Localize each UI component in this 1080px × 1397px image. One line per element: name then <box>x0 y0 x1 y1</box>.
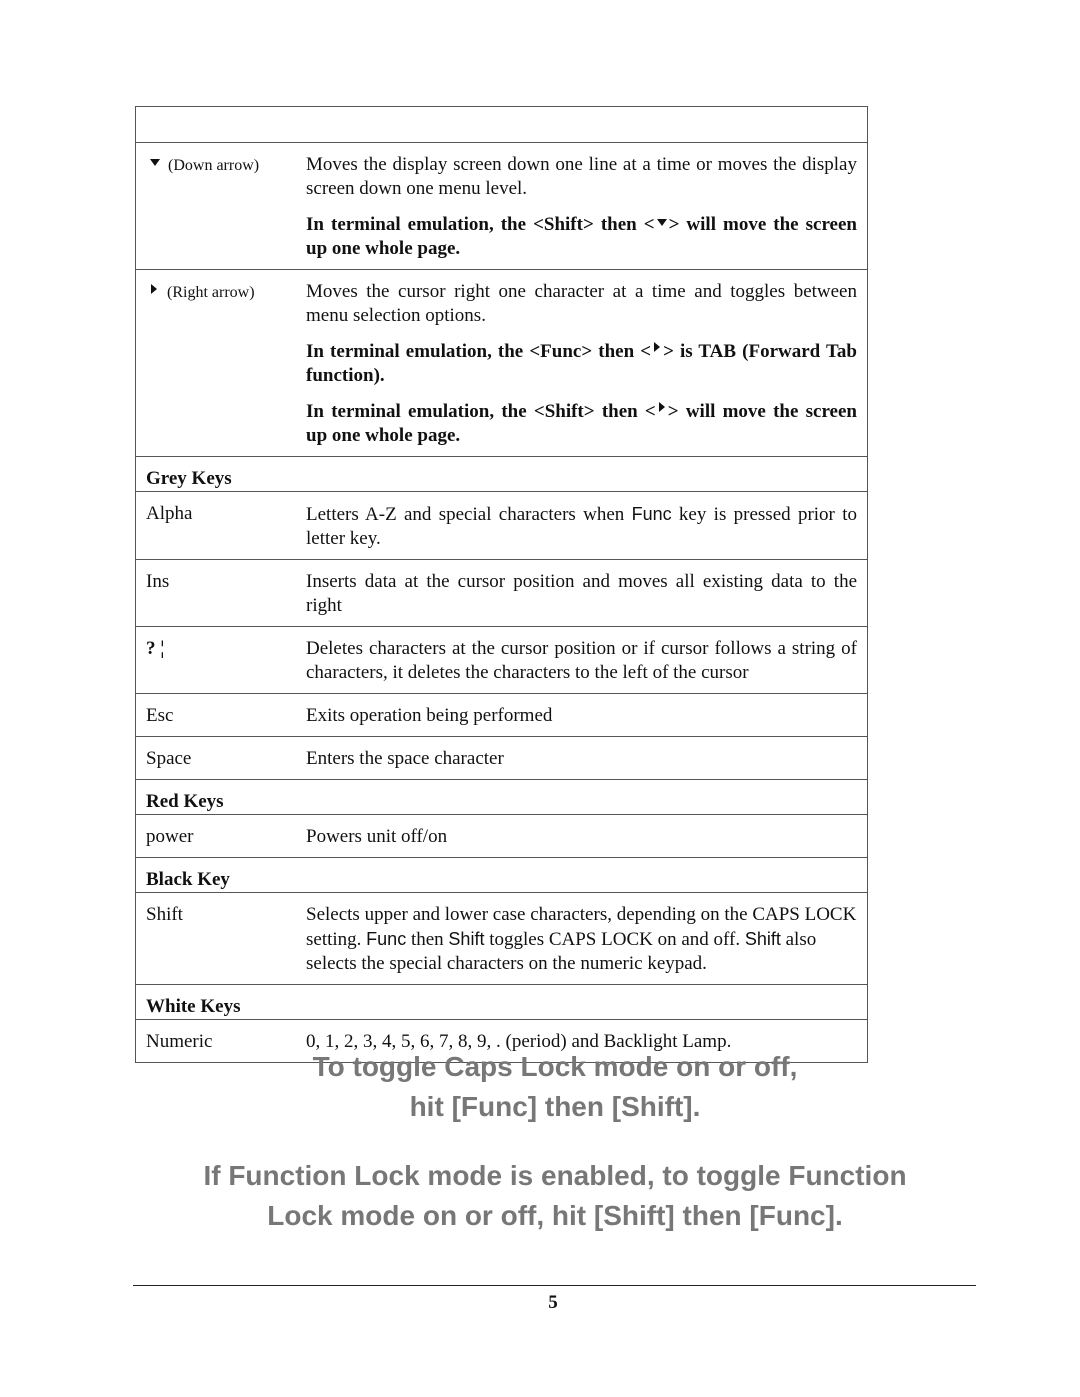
description-cell: Powers unit off/on <box>296 814 868 858</box>
table-row: Alpha Letters A-Z and special characters… <box>135 491 868 560</box>
key-reference-table: (Down arrow) Moves the display screen do… <box>135 106 868 1063</box>
notice-line: To toggle Caps Lock mode on or off, <box>312 1051 798 1082</box>
table-row: Ins Inserts data at the cursor position … <box>135 559 868 627</box>
right-arrow-icon <box>654 342 661 352</box>
table-row-down-arrow: (Down arrow) Moves the display screen do… <box>135 142 868 270</box>
table-row: Space Enters the space character <box>135 736 868 780</box>
key-name: Shift <box>744 929 781 949</box>
key-cell: Shift <box>135 892 296 985</box>
table-row: Shift Selects upper and lower case chara… <box>135 892 868 985</box>
section-heading: Black Key <box>135 857 868 893</box>
key-cell: Alpha <box>135 491 296 560</box>
key-cell: Ins <box>135 559 296 627</box>
function-lock-notice: If Function Lock mode is enabled, to tog… <box>130 1156 980 1236</box>
terminal-note: In terminal emulation, the <Shift> then … <box>306 213 857 261</box>
section-heading: White Keys <box>135 984 868 1020</box>
key-cell: (Right arrow) <box>135 269 296 457</box>
description-cell: Moves the cursor right one character at … <box>296 269 868 457</box>
notice-line: Lock mode on or off, hit [Shift] then [F… <box>267 1200 843 1231</box>
description-cell: Selects upper and lower case characters,… <box>296 892 868 985</box>
table-row: ? ¦ Deletes characters at the cursor pos… <box>135 626 868 694</box>
caps-lock-notice: To toggle Caps Lock mode on or off, hit … <box>130 1047 980 1127</box>
note-text: In terminal emulation, the <Shift> then … <box>306 214 655 235</box>
terminal-note: In terminal emulation, the <Func> then <… <box>306 340 857 388</box>
notice-line: If Function Lock mode is enabled, to tog… <box>203 1160 907 1191</box>
key-cell: (Down arrow) <box>135 142 296 270</box>
section-heading: Red Keys <box>135 779 868 815</box>
desc-text: then <box>406 929 449 950</box>
description-cell: Letters A-Z and special characters when … <box>296 491 868 560</box>
description: Moves the cursor right one character at … <box>306 281 857 326</box>
note-text: In terminal emulation, the <Func> then < <box>306 341 652 362</box>
section-heading: Grey Keys <box>135 456 868 492</box>
key-cell: Esc <box>135 693 296 737</box>
desc-text: toggles CAPS LOCK on and off. <box>484 929 745 950</box>
key-name: Shift <box>448 929 485 949</box>
section-heading-black-key: Black Key <box>135 857 868 893</box>
description-cell: Deletes characters at the cursor positio… <box>296 626 868 694</box>
section-heading-grey-keys: Grey Keys <box>135 456 868 492</box>
table-header-row <box>135 106 868 143</box>
note-text: In terminal emulation, the <Shift> then … <box>306 401 656 422</box>
desc-text: Letters A-Z and special characters when <box>306 504 632 525</box>
table-row: Esc Exits operation being performed <box>135 693 868 737</box>
page-number: 5 <box>548 1292 558 1313</box>
key-name: Func <box>631 504 672 524</box>
footer-divider <box>133 1285 976 1286</box>
description-cell: Moves the display screen down one line a… <box>296 142 868 270</box>
key-label: (Right arrow) <box>167 284 255 301</box>
down-arrow-icon <box>150 159 160 166</box>
terminal-note: In terminal emulation, the <Shift> then … <box>306 400 857 448</box>
notice-line: hit [Func] then [Shift]. <box>409 1091 701 1122</box>
table-row-right-arrow: (Right arrow) Moves the cursor right one… <box>135 269 868 457</box>
right-arrow-icon <box>658 402 665 412</box>
key-cell: Space <box>135 736 296 780</box>
description-cell: Inserts data at the cursor position and … <box>296 559 868 627</box>
section-heading-white-keys: White Keys <box>135 984 868 1020</box>
description: Moves the display screen down one line a… <box>306 154 857 199</box>
key-cell: ? ¦ <box>135 626 296 694</box>
key-name: Func <box>366 929 407 949</box>
section-heading-red-keys: Red Keys <box>135 779 868 815</box>
down-arrow-icon <box>656 219 667 226</box>
description-cell: Exits operation being performed <box>296 693 868 737</box>
table-row: power Powers unit off/on <box>135 814 868 858</box>
key-cell: power <box>135 814 296 858</box>
right-arrow-icon <box>151 284 157 294</box>
key-label: (Down arrow) <box>168 157 260 174</box>
description-cell: Enters the space character <box>296 736 868 780</box>
